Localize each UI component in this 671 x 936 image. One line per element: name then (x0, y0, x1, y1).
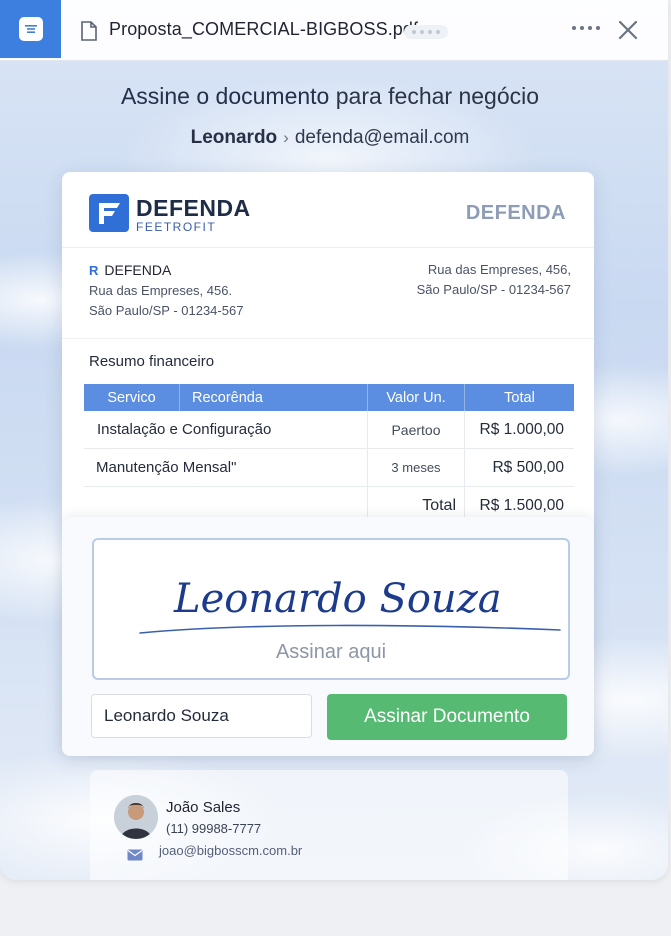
signer-info: Leonardo › defenda@email.com (0, 127, 660, 149)
recurrence-cell: Paertoo (367, 411, 465, 449)
document-header: DEFENDA FEETROFIT DEFENDA (62, 172, 594, 248)
sign-here-hint: Assinar aqui (275, 641, 387, 663)
summary-title: Resumo financeiro (89, 353, 215, 370)
column-header: Total (464, 384, 574, 411)
avatar (114, 795, 158, 839)
contact-phone: (11) 99988-7777 (166, 821, 262, 836)
column-header: Servico (84, 384, 180, 411)
recurrence-cell: 3 meses (367, 448, 465, 487)
table-row: Manutenção Mensal" 3 meses R$ 500,00 (84, 448, 574, 487)
sign-document-button[interactable]: Assinar Documento (327, 694, 567, 740)
close-icon[interactable] (617, 19, 639, 41)
column-header: Valor Un. (367, 384, 465, 411)
contact-email[interactable]: joao@bigbosscm.com.br (159, 843, 302, 858)
financial-summary-table: Servico Recorênda Valor Un. Total Instal… (84, 384, 574, 525)
table-row: Instalação e Configuração Paertoo R$ 1.0… (84, 411, 574, 449)
file-name: Proposta_COMERCIAL-BIGBOSS.pdf (109, 19, 419, 39)
page-title-bold: Assine o documento (120, 83, 330, 109)
contact-card: João Sales (11) 99988-7777 joao@bigbossc… (90, 770, 568, 880)
chevron-right-icon: › (283, 128, 289, 147)
company-street-right: Rua das Empreses, 456, (427, 262, 571, 277)
contact-name: João Sales (166, 799, 241, 816)
signature-panel: Leonardo Souza Assinar aqui Assinar Docu… (62, 517, 594, 756)
signature-text: Leonardo Souza (173, 576, 502, 622)
company-city: São Paulo/SP - 01234-567 (89, 303, 244, 318)
company-city-right: São Paulo/SP - 01234-567 (416, 282, 571, 297)
table-header-row: Servico Recorênda Valor Un. Total (84, 384, 574, 411)
logo-subtitle: FEETROFIT (136, 220, 217, 234)
logo-wordmark: DEFENDA (136, 195, 251, 221)
signature-line (139, 624, 561, 634)
loading-indicator (404, 25, 448, 39)
signer-name: Leonardo (190, 127, 278, 148)
file-icon (80, 21, 98, 46)
company-address-right: Rua das Empreses, 456, São Paulo/SP - 01… (417, 260, 571, 300)
total-cell: R$ 1.000,00 (464, 411, 574, 449)
column-header: Recorênda (179, 384, 368, 411)
service-cell: Instalação e Configuração (84, 411, 368, 449)
brand-logo-icon (89, 194, 129, 232)
total-cell: R$ 500,00 (464, 448, 574, 487)
signer-name-input[interactable] (91, 694, 312, 738)
service-cell: Manutenção Mensal" (84, 448, 368, 487)
app-menu-button[interactable] (0, 0, 61, 58)
company-address: R DEFENDA Rua das Empreses, 456. São Paul… (89, 260, 243, 321)
mail-icon (127, 848, 143, 866)
page-title: Assine o documento para fechar negócio (0, 83, 660, 110)
divider (62, 338, 594, 339)
company-name: DEFENDA (104, 262, 172, 278)
signer-email: defenda@email.com (294, 127, 470, 148)
company-street: Rua das Empreses, 456. (89, 283, 233, 298)
handwritten-signature: Leonardo Souza (139, 576, 561, 634)
signature-pad[interactable]: Leonardo Souza Assinar aqui (92, 538, 570, 680)
document-signing-window: Proposta_COMERCIAL-BIGBOSS.pdf Assine o … (0, 0, 668, 880)
brand-name-right: DEFENDA (465, 202, 566, 224)
company-small-logo-icon: R (89, 263, 99, 278)
more-horizontal-icon[interactable] (572, 26, 600, 30)
page-title-rest: para fechar negócio (329, 83, 540, 109)
document-lines-icon (18, 17, 43, 41)
titlebar: Proposta_COMERCIAL-BIGBOSS.pdf (0, 0, 668, 61)
